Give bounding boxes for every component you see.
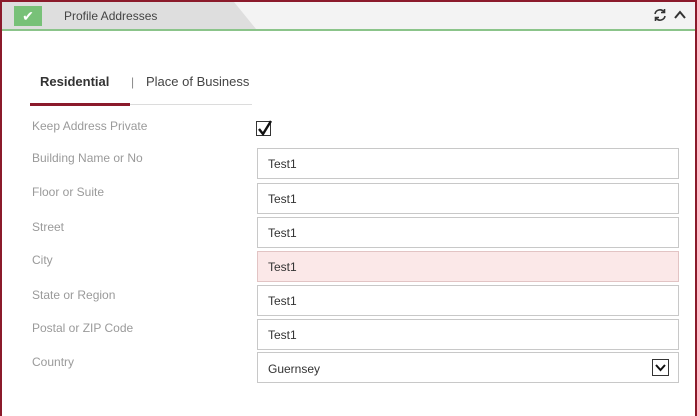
city-label: City [32, 253, 53, 267]
postal-input[interactable] [257, 319, 679, 350]
panel-header[interactable]: ✔ Profile Addresses [2, 2, 695, 31]
tab-separator: | [131, 75, 135, 89]
keep-private-checkbox[interactable] [256, 120, 272, 137]
keep-private-label: Keep Address Private [32, 119, 148, 133]
state-label: State or Region [32, 288, 116, 302]
check-icon: ✔ [14, 6, 42, 26]
country-label: Country [32, 355, 75, 369]
building-input[interactable] [257, 148, 679, 179]
tab-place-of-business[interactable]: Place of Business [146, 74, 249, 89]
chevron-up-icon[interactable] [672, 7, 688, 23]
country-select[interactable]: Guernsey [257, 352, 679, 383]
tab-residential[interactable]: Residential [40, 74, 109, 89]
checkmark-icon [258, 120, 272, 137]
active-tab-indicator [30, 103, 130, 106]
building-label: Building Name or No [32, 151, 143, 165]
state-input[interactable] [257, 285, 679, 316]
city-input[interactable] [257, 251, 679, 282]
panel-title: Profile Addresses [64, 9, 158, 23]
chevron-down-icon[interactable] [652, 359, 669, 376]
postal-label: Postal or ZIP Code [32, 321, 134, 335]
refresh-icon[interactable] [652, 7, 668, 23]
street-label: Street [32, 220, 65, 234]
street-input[interactable] [257, 217, 679, 248]
profile-addresses-panel: ✔ Profile Addresses Residential | Place … [0, 0, 697, 416]
floor-input[interactable] [257, 183, 679, 214]
floor-label: Floor or Suite [32, 185, 105, 199]
country-value: Guernsey [268, 362, 321, 376]
